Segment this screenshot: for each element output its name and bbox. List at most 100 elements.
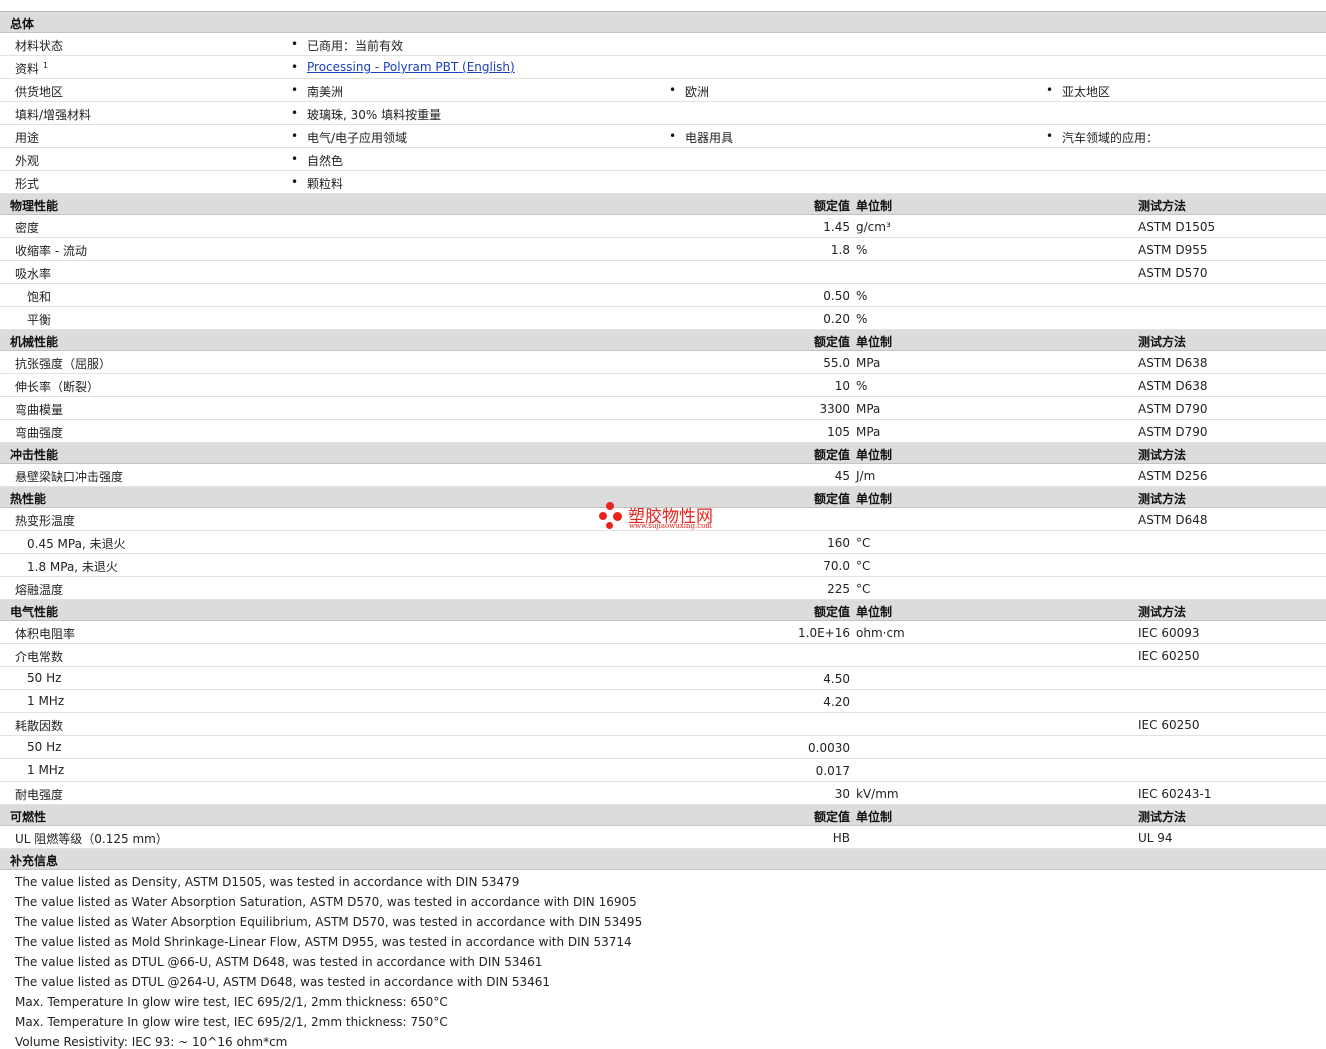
- property-unit: °C: [856, 559, 871, 573]
- property-row: 1.8 MPa, 未退火 70.0 °C: [0, 554, 1326, 577]
- test-method: ASTM D256: [1138, 469, 1208, 483]
- property-value: 70.0: [823, 559, 850, 573]
- property-row: 弯曲模量 3300 MPa ASTM D790: [0, 397, 1326, 420]
- processing-doc-link[interactable]: Processing - Polyram PBT (English): [307, 60, 515, 74]
- col-header-unit: 单位制: [856, 492, 893, 506]
- general-row-filler: 填料/增强材料 玻璃珠, 30% 填料按重量: [0, 102, 1326, 125]
- col-header-unit: 单位制: [856, 605, 893, 619]
- note-line: The value listed as DTUL @66-U, ASTM D64…: [15, 955, 543, 969]
- col-header-value: 额定值: [813, 448, 850, 462]
- test-method: IEC 60250: [1138, 718, 1200, 732]
- note-line: The value listed as Water Absorption Equ…: [15, 915, 643, 929]
- property-row: 弯曲强度 105 MPa ASTM D790: [0, 420, 1326, 443]
- col-header-test: 测试方法: [1138, 810, 1187, 824]
- property-value: 105: [827, 425, 850, 439]
- property-unit: g/cm³: [856, 220, 891, 234]
- property-unit: MPa: [856, 425, 881, 439]
- test-method: ASTM D1505: [1138, 220, 1216, 234]
- general-row-docs: 资料 1 Processing - Polyram PBT (English): [0, 56, 1326, 79]
- test-method: ASTM D790: [1138, 425, 1208, 439]
- section-header-physical: 物理性能 额定值 单位制 测试方法: [0, 194, 1326, 215]
- general-row-form: 形式 颗粒料: [0, 171, 1326, 194]
- watermark-logo: 塑胶物性网 www.sujiaowuxing.com: [598, 500, 738, 536]
- property-unit: °C: [856, 536, 871, 550]
- test-method: IEC 60243-1: [1138, 787, 1212, 801]
- property-label: 耐电强度: [15, 788, 64, 802]
- col-header-unit: 单位制: [856, 335, 893, 349]
- property-row: 饱和 0.50%: [0, 284, 1326, 307]
- row-label: 用途: [15, 131, 40, 145]
- note-line: The value listed as Mold Shrinkage-Linea…: [15, 935, 632, 949]
- property-value: 1.45: [823, 220, 850, 234]
- property-value: 0.017: [815, 764, 850, 778]
- test-method: ASTM D570: [1138, 266, 1208, 280]
- property-row: 耐电强度 30 kV/mm IEC 60243-1: [0, 782, 1326, 805]
- property-row: UL 阻燃等级（0.125 mm） HB UL 94: [0, 826, 1326, 849]
- property-value: 0.50: [823, 289, 850, 303]
- property-label: 弯曲模量: [15, 403, 64, 417]
- property-unit: MPa: [856, 402, 881, 416]
- property-value: 4.20: [823, 695, 850, 709]
- property-row: 密度 1.45 g/cm³ ASTM D1505: [0, 215, 1326, 238]
- section-header-impact: 冲击性能 额定值 单位制 测试方法: [0, 443, 1326, 464]
- property-label: 饱和: [27, 290, 52, 304]
- property-label: 50 Hz: [27, 671, 62, 685]
- bullet-item: 电器用具: [669, 129, 733, 146]
- property-unit: kV/mm: [856, 787, 899, 801]
- note-line: The value listed as DTUL @264-U, ASTM D6…: [15, 975, 551, 989]
- property-row: 收缩率 - 流动 1.8% ASTM D955: [0, 238, 1326, 261]
- section-title: 物理性能: [10, 199, 59, 213]
- general-row-uses: 用途 电气/电子应用领域 电器用具 汽车领域的应用：: [0, 125, 1326, 148]
- property-label: 50 Hz: [27, 740, 62, 754]
- bullet-item: 南美洲: [291, 83, 343, 100]
- test-method: IEC 60093: [1138, 626, 1200, 640]
- bullet-item: 自然色: [291, 152, 343, 169]
- property-label: 0.45 MPa, 未退火: [27, 537, 126, 551]
- property-row: 耗散因数 IEC 60250: [0, 713, 1326, 736]
- property-row: 50 Hz 0.0030: [0, 736, 1326, 759]
- general-row-appearance: 外观 自然色: [0, 148, 1326, 171]
- datasheet-page: 总体 材料状态 已商用：当前有效 资料 1 Processing - Polyr…: [0, 0, 1326, 1049]
- property-label: 弯曲强度: [15, 426, 64, 440]
- property-label: 1 MHz: [27, 763, 65, 777]
- row-label: 形式: [15, 177, 40, 191]
- property-value: 45: [834, 469, 850, 483]
- property-row: 1 MHz 4.20: [0, 690, 1326, 713]
- section-title: 补充信息: [10, 854, 59, 868]
- property-unit: ohm·cm: [856, 626, 905, 640]
- col-header-unit: 单位制: [856, 448, 893, 462]
- bullet-item: 欧洲: [669, 83, 709, 100]
- col-header-test: 测试方法: [1138, 605, 1187, 619]
- test-method: ASTM D648: [1138, 513, 1208, 527]
- general-row-status: 材料状态 已商用：当前有效: [0, 33, 1326, 56]
- property-row: 体积电阻率 1.0E+16 ohm·cm IEC 60093: [0, 621, 1326, 644]
- property-value: 160: [827, 536, 850, 550]
- property-row: 熔融温度 225 °C: [0, 577, 1326, 600]
- row-label: 材料状态: [15, 39, 64, 53]
- col-header-value: 额定值: [813, 605, 850, 619]
- section-header-general: 总体: [0, 12, 1326, 33]
- property-row: 1 MHz 0.017: [0, 759, 1326, 782]
- row-label: 填料/增强材料: [15, 108, 92, 122]
- bullet-item: 汽车领域的应用：: [1046, 129, 1158, 146]
- property-row: 伸长率（断裂） 10% ASTM D638: [0, 374, 1326, 397]
- property-label: 1.8 MPa, 未退火: [27, 560, 118, 574]
- test-method: UL 94: [1138, 831, 1173, 845]
- property-row: 悬壁梁缺口冲击强度 45 J/m ASTM D256: [0, 464, 1326, 487]
- property-label: 熔融温度: [15, 583, 64, 597]
- test-method: ASTM D955: [1138, 243, 1208, 257]
- property-label: 体积电阻率: [15, 627, 76, 641]
- property-value: 1.8: [830, 243, 850, 257]
- property-label: 密度: [15, 221, 40, 235]
- watermark-url: www.sujiaowuxing.com: [629, 522, 712, 530]
- section-header-supplement: 补充信息: [0, 849, 1326, 870]
- bullet-item: 电气/电子应用领域: [291, 129, 407, 146]
- section-header-flammability: 可燃性 额定值 单位制 测试方法: [0, 805, 1326, 826]
- property-unit: MPa: [856, 356, 881, 370]
- section-title: 电气性能: [10, 605, 59, 619]
- watermark-dots-icon: [598, 500, 626, 536]
- property-label: 收缩率 - 流动: [15, 244, 87, 258]
- col-header-test: 测试方法: [1138, 199, 1187, 213]
- property-value: HB: [832, 831, 850, 845]
- property-value: 0.20: [823, 312, 850, 326]
